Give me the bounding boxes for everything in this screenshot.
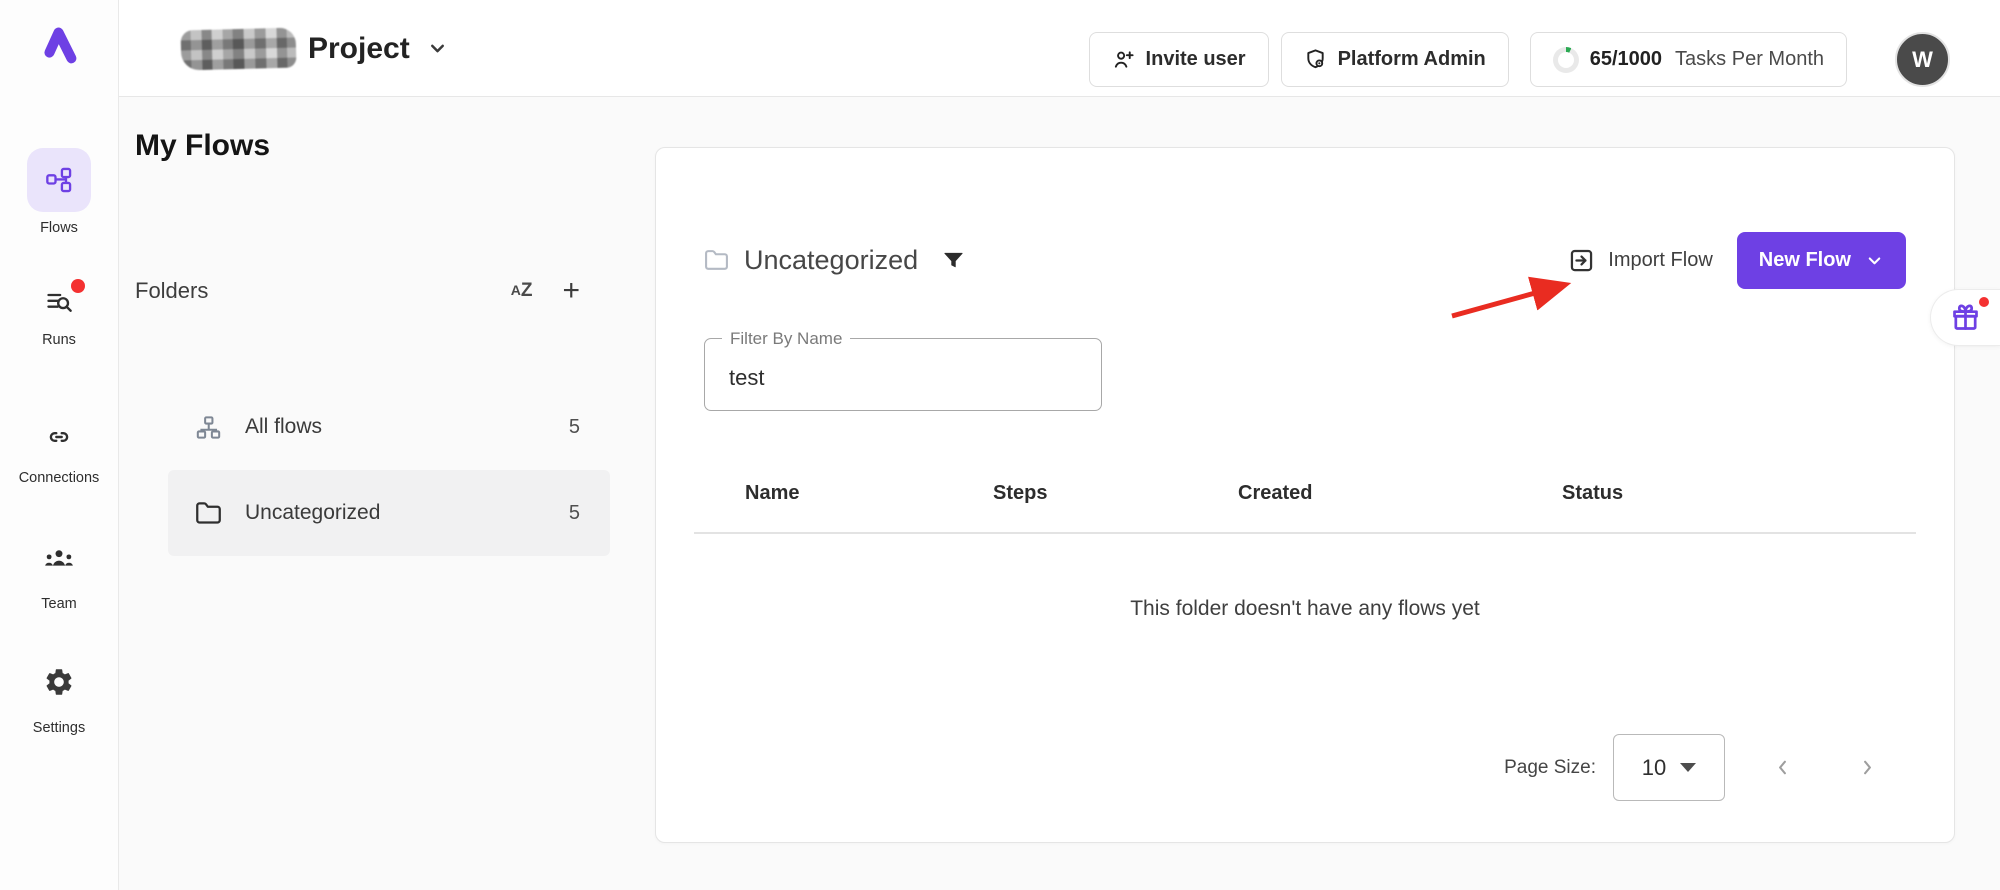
page-size-value: 10 bbox=[1642, 755, 1666, 781]
import-flow-button[interactable]: Import Flow bbox=[1568, 247, 1712, 274]
gift-icon bbox=[1950, 302, 1981, 333]
filter-by-name-input[interactable] bbox=[705, 339, 1101, 410]
chevron-down-icon bbox=[426, 37, 449, 60]
folder-icon bbox=[704, 248, 729, 273]
flows-table-header: Name Steps Created Status bbox=[745, 482, 1906, 505]
hierarchy-icon bbox=[195, 414, 222, 441]
gift-notification-dot bbox=[1979, 297, 1989, 307]
project-title: Project bbox=[308, 32, 410, 66]
workflow-icon bbox=[45, 166, 73, 194]
sidebar: Flows Runs Connections bbox=[0, 0, 119, 890]
sidebar-item-connections[interactable]: Connections bbox=[0, 424, 118, 486]
column-header-steps: Steps bbox=[993, 482, 1238, 505]
topbar: Project Invite user Platform Admin 65/10… bbox=[119, 0, 2000, 97]
folder-count: 5 bbox=[569, 502, 580, 525]
folders-heading: Folders bbox=[135, 278, 511, 304]
chevron-right-icon bbox=[1856, 756, 1879, 779]
pagination: Page Size: 10 bbox=[1504, 734, 1879, 801]
sidebar-item-runs[interactable]: Runs bbox=[0, 288, 118, 348]
avatar-initial: W bbox=[1912, 47, 1933, 73]
sidebar-label-runs: Runs bbox=[42, 332, 76, 348]
panel-title-group: Uncategorized bbox=[704, 245, 1568, 276]
folder-name: Uncategorized bbox=[245, 501, 569, 525]
filter-funnel-button[interactable] bbox=[942, 249, 965, 272]
chevron-left-icon bbox=[1771, 756, 1794, 779]
folder-icon bbox=[195, 500, 222, 527]
sort-a-glyph: A bbox=[511, 282, 521, 298]
team-icon bbox=[43, 546, 75, 572]
sidebar-label-settings: Settings bbox=[33, 720, 85, 736]
funnel-icon bbox=[942, 249, 965, 272]
column-header-status: Status bbox=[1562, 482, 1906, 505]
sidebar-label-connections: Connections bbox=[19, 470, 100, 486]
sort-az-button[interactable]: A Z bbox=[511, 280, 533, 302]
import-flow-label: Import Flow bbox=[1608, 249, 1712, 272]
invite-user-label: Invite user bbox=[1146, 48, 1246, 71]
project-switcher[interactable]: Project bbox=[181, 0, 449, 97]
page-size-label: Page Size: bbox=[1504, 757, 1596, 779]
sidebar-label-flows: Flows bbox=[40, 220, 78, 236]
topbar-actions: Invite user Platform Admin 65/1000 Tasks… bbox=[1089, 32, 1950, 87]
logs-search-icon bbox=[44, 288, 74, 316]
folder-count: 5 bbox=[569, 416, 580, 439]
whats-new-tab[interactable] bbox=[1930, 289, 2000, 346]
tasks-count: 65/1000 bbox=[1590, 48, 1662, 71]
sidebar-item-flows[interactable]: Flows bbox=[0, 148, 118, 236]
add-folder-button[interactable]: + bbox=[562, 278, 580, 304]
tasks-usage-pill[interactable]: 65/1000 Tasks Per Month bbox=[1530, 32, 1847, 87]
chevron-down-icon bbox=[1865, 251, 1884, 270]
activepieces-logo-icon bbox=[38, 22, 80, 66]
page-size-select[interactable]: 10 bbox=[1613, 734, 1725, 801]
platform-admin-label: Platform Admin bbox=[1338, 48, 1486, 71]
column-header-name: Name bbox=[745, 482, 993, 505]
caret-down-icon bbox=[1680, 763, 1696, 772]
filter-field-label: Filter By Name bbox=[722, 329, 850, 349]
folder-list: All flows 5 Uncategorized 5 bbox=[168, 384, 610, 556]
previous-page-button[interactable] bbox=[1771, 756, 1794, 779]
table-divider bbox=[694, 532, 1916, 534]
panel-title: Uncategorized bbox=[744, 245, 918, 276]
import-icon bbox=[1568, 247, 1595, 274]
runs-notification-dot bbox=[71, 279, 85, 293]
user-plus-icon bbox=[1112, 48, 1135, 71]
sidebar-label-team: Team bbox=[41, 596, 76, 612]
new-flow-label: New Flow bbox=[1759, 249, 1851, 272]
page-title: My Flows bbox=[135, 129, 270, 163]
column-header-created: Created bbox=[1238, 482, 1562, 505]
redacted-project-name bbox=[180, 27, 296, 70]
folder-row-all-flows[interactable]: All flows 5 bbox=[168, 384, 610, 470]
tasks-progress-ring-icon bbox=[1553, 47, 1579, 73]
shield-icon bbox=[1304, 48, 1327, 71]
folder-row-uncategorized[interactable]: Uncategorized 5 bbox=[168, 470, 610, 556]
invite-user-button[interactable]: Invite user bbox=[1089, 32, 1269, 87]
next-page-button[interactable] bbox=[1856, 756, 1879, 779]
new-flow-button[interactable]: New Flow bbox=[1737, 232, 1906, 289]
flows-panel: Uncategorized Import Flow New Flow Filte… bbox=[655, 147, 1955, 843]
folder-name: All flows bbox=[245, 415, 569, 439]
tasks-label: Tasks Per Month bbox=[1675, 48, 1824, 71]
gear-icon bbox=[43, 666, 75, 698]
sidebar-item-settings[interactable]: Settings bbox=[0, 666, 118, 736]
filter-by-name-field: Filter By Name bbox=[704, 338, 1102, 411]
empty-state-message: This folder doesn't have any flows yet bbox=[656, 597, 1954, 621]
sort-z-glyph: Z bbox=[521, 280, 533, 302]
app-logo[interactable] bbox=[0, 22, 118, 66]
folders-header: Folders A Z + bbox=[135, 278, 580, 304]
sidebar-item-team[interactable]: Team bbox=[0, 546, 118, 612]
link-icon bbox=[44, 424, 74, 450]
user-avatar[interactable]: W bbox=[1895, 32, 1950, 87]
platform-admin-button[interactable]: Platform Admin bbox=[1281, 32, 1509, 87]
